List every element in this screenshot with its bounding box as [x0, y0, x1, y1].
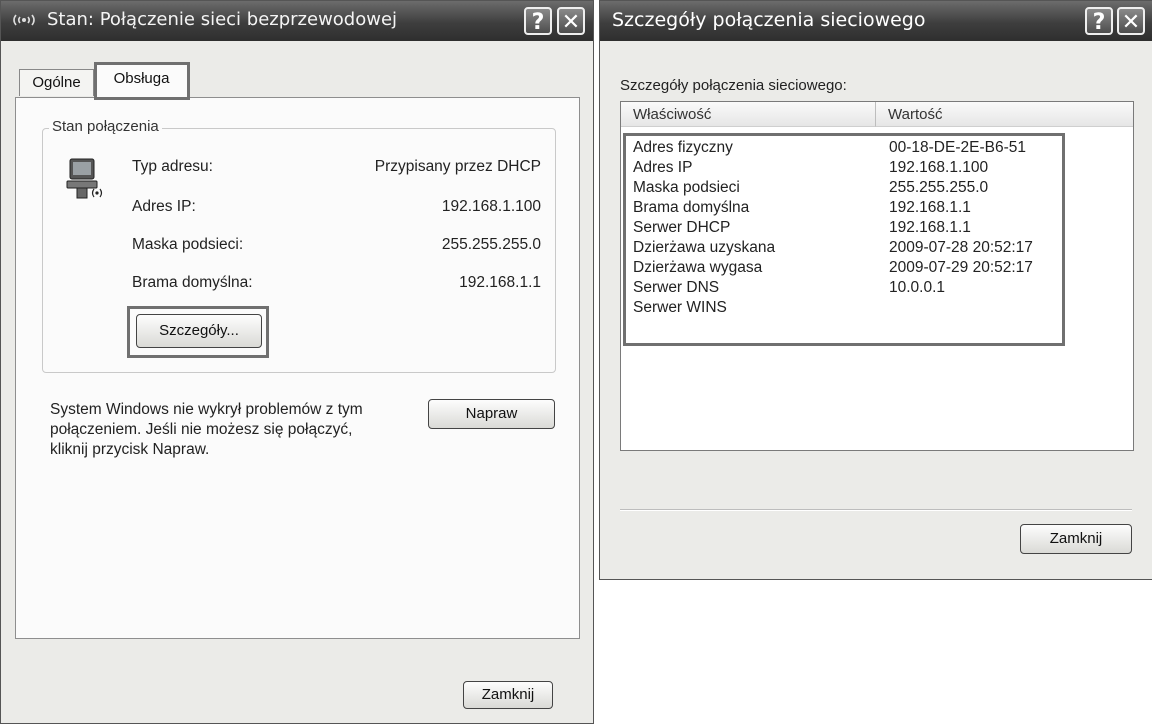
separator	[620, 509, 1132, 511]
wireless-network-computer-icon	[64, 156, 108, 202]
wireless-signal-icon	[11, 13, 37, 27]
address-type-label: Typ adresu:	[132, 158, 213, 175]
network-details-title: Szczegóły połączenia sieciowego	[612, 9, 926, 31]
status-dialog: Stan: Połączenie sieci bezprzewodowej ? …	[0, 0, 594, 724]
column-header-property-label: Właściwość	[633, 106, 712, 123]
repair-message-line: kliknij przycisk Napraw.	[50, 441, 210, 458]
close-icon[interactable]: ✕	[1117, 7, 1145, 35]
details-button-highlight	[127, 306, 269, 358]
close-icon[interactable]: ✕	[557, 7, 585, 35]
tab-ogolne[interactable]: Ogólne	[19, 69, 94, 96]
help-button[interactable]: ?	[1085, 7, 1113, 35]
tab-obsluga-highlight	[94, 62, 190, 100]
details-list[interactable]: Właściwość Wartość Adres fizyczny 00-18-…	[620, 101, 1134, 451]
tab-ogolne-label: Ogólne	[32, 74, 81, 91]
repair-message-line: połączeniem. Jeśli nie możesz się połącz…	[50, 421, 353, 438]
close-button[interactable]: Zamknij	[463, 681, 553, 709]
address-type-value: Przypisany przez DHCP	[374, 158, 541, 175]
ip-address-value: 192.168.1.100	[441, 198, 541, 215]
repair-message-line: System Windows nie wykrył problemów z ty…	[50, 401, 363, 418]
ip-address-label: Adres IP:	[132, 198, 196, 215]
subnet-mask-value: 255.255.255.0	[441, 236, 541, 253]
connection-status-group-label: Stan połączenia	[49, 118, 162, 135]
help-button[interactable]: ?	[524, 7, 552, 35]
close-button[interactable]: Zamknij	[1020, 524, 1132, 554]
network-details-titlebar[interactable]: Szczegóły połączenia sieciowego ? ✕	[600, 1, 1152, 41]
column-header-value-label: Wartość	[888, 106, 943, 123]
details-rows-highlight	[623, 133, 1065, 346]
column-header-property[interactable]: Właściwość	[621, 102, 876, 127]
repair-button[interactable]: Napraw	[428, 399, 555, 429]
status-dialog-titlebar[interactable]: Stan: Połączenie sieci bezprzewodowej ? …	[1, 1, 593, 41]
status-dialog-title: Stan: Połączenie sieci bezprzewodowej	[47, 9, 398, 30]
network-details-heading: Szczegóły połączenia sieciowego:	[620, 77, 847, 94]
default-gateway-label: Brama domyślna:	[132, 274, 253, 291]
tab-panel: Stan połączenia Typ adresu: Przypisany p…	[15, 97, 580, 639]
repair-message: System Windows nie wykrył problemów z ty…	[50, 400, 410, 460]
default-gateway-value: 192.168.1.1	[459, 274, 541, 291]
subnet-mask-label: Maska podsieci:	[132, 236, 244, 253]
network-details-dialog: Szczegóły połączenia sieciowego ? ✕ Szcz…	[599, 0, 1152, 580]
column-header-value[interactable]: Wartość	[876, 102, 1133, 127]
